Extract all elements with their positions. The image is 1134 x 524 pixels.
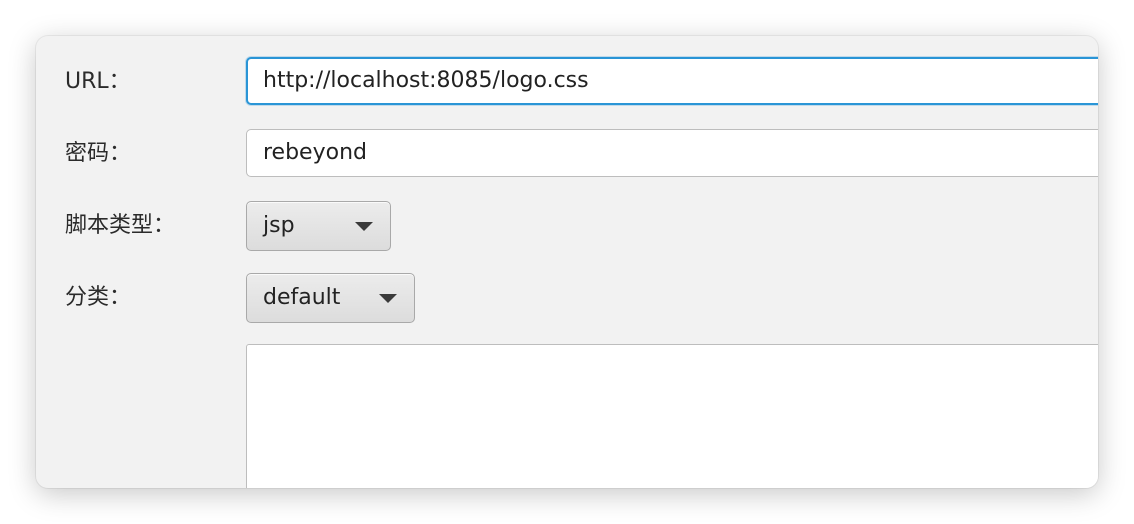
script-type-select[interactable]: jsp — [246, 201, 391, 251]
url-label: URL： — [65, 69, 131, 94]
script-type-selected-value: jsp — [263, 213, 295, 238]
shell-config-dialog: URL： http://localhost:8085/logo.css 密码： … — [36, 36, 1098, 488]
category-select[interactable]: default — [246, 273, 415, 323]
chevron-down-icon — [379, 294, 397, 303]
password-label: 密码： — [65, 141, 132, 166]
notes-textarea[interactable] — [246, 344, 1098, 488]
category-selected-value: default — [263, 285, 341, 310]
chevron-down-icon — [355, 222, 373, 231]
url-input[interactable]: http://localhost:8085/logo.css — [246, 57, 1098, 105]
category-label: 分类： — [65, 285, 132, 310]
password-input[interactable]: rebeyond — [246, 129, 1098, 177]
script-type-label: 脚本类型： — [65, 213, 176, 238]
